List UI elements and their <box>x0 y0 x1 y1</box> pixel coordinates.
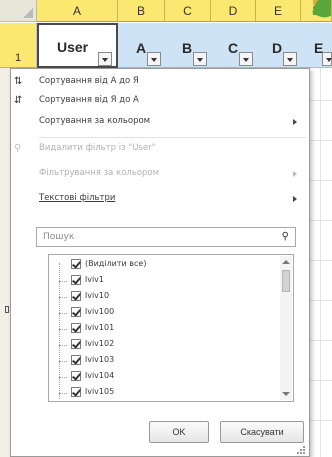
gridline <box>310 300 332 301</box>
submenu-arrow-icon <box>293 119 297 125</box>
list-item-label: lviv104 <box>85 371 115 380</box>
select-all-corner[interactable] <box>0 0 37 22</box>
cancel-button[interactable]: Скасувати <box>220 421 304 443</box>
menu-item-sort-az-label: Сортування від А до Я <box>39 76 139 86</box>
filter-dropdown-c[interactable] <box>239 52 253 66</box>
column-header-f[interactable]: F <box>301 0 332 22</box>
menu-item-text-filters-label: Текстові фільтри <box>39 193 116 203</box>
checkbox-checked[interactable] <box>71 371 81 381</box>
checkbox-checked[interactable] <box>71 387 81 397</box>
column-header-c[interactable]: C <box>165 0 211 22</box>
header-cell-c: C <box>228 40 239 56</box>
gridline <box>310 180 332 181</box>
filter-dropdown-b[interactable] <box>193 52 207 66</box>
column-header-a[interactable]: A <box>37 0 118 22</box>
tree-connector <box>59 313 67 314</box>
column-header-d[interactable]: D <box>211 0 256 22</box>
filter-dropdown-a[interactable] <box>147 52 161 66</box>
gridline <box>310 220 332 221</box>
tree-connector <box>59 329 67 330</box>
gridline <box>310 340 332 341</box>
menu-item-clear-filter: ⚲ Видалити фільтр із "User" <box>11 140 309 158</box>
list-item-label: lviv101 <box>85 323 115 332</box>
checkbox-checked[interactable] <box>71 259 81 269</box>
list-scrollbar[interactable] <box>280 256 292 400</box>
checkbox-checked[interactable] <box>71 355 81 365</box>
gridline <box>310 260 332 261</box>
tree-connector <box>59 377 67 378</box>
gridline <box>310 420 332 421</box>
checkbox-checked[interactable] <box>71 323 81 333</box>
menu-item-filter-by-color-label: Фільтрування за кольором <box>39 168 160 178</box>
tree-connector <box>59 345 67 346</box>
scrollbar-thumb[interactable] <box>282 270 290 292</box>
checkbox-checked[interactable] <box>71 339 81 349</box>
search-field[interactable]: Пошук ⚲ <box>36 227 296 247</box>
tree-connector <box>59 361 67 362</box>
resize-grip-icon[interactable] <box>296 445 306 455</box>
header-cell-d: D <box>272 40 283 56</box>
row-marker-icon <box>5 306 9 313</box>
menu-item-clear-filter-label: Видалити фільтр із "User" <box>39 143 156 153</box>
gridline <box>320 68 321 457</box>
search-icon[interactable]: ⚲ <box>282 231 289 242</box>
menu-separator <box>39 137 305 138</box>
checkbox-checked[interactable] <box>71 307 81 317</box>
filter-dropdown-d[interactable] <box>283 52 297 66</box>
list-item-label: lviv1 <box>85 275 105 284</box>
list-item-label: lviv105 <box>85 387 115 396</box>
gridline <box>310 140 332 141</box>
tree-connector <box>59 281 67 282</box>
scroll-down-icon[interactable] <box>282 392 290 396</box>
menu-item-filter-by-color: Фільтрування за кольором <box>11 165 309 183</box>
tree-connector <box>59 393 67 394</box>
checkbox-checked[interactable] <box>71 275 81 285</box>
search-placeholder: Пошук <box>43 232 75 242</box>
tree-connector <box>59 297 67 298</box>
header-cell-user-text: User <box>57 39 89 55</box>
list-item-label: lviv102 <box>85 339 115 348</box>
gridline <box>310 100 332 101</box>
list-item-label: lviv100 <box>85 307 115 316</box>
sort-ascending-icon: ⇅ <box>14 76 23 87</box>
filter-values-list[interactable]: (Виділити все) lviv1 lviv10 lviv100 lviv… <box>48 254 294 402</box>
header-cell-a: A <box>136 40 147 56</box>
list-item-label: lviv10 <box>85 291 110 300</box>
submenu-arrow-icon <box>293 196 297 202</box>
menu-item-sort-az[interactable]: ⇅ Сортування від А до Я <box>11 73 309 91</box>
menu-item-sort-by-color[interactable]: Сортування за кольором <box>11 113 309 131</box>
menu-item-sort-za-label: Сортування від Я до А <box>39 95 139 105</box>
header-cell-b: B <box>182 40 193 56</box>
filter-dropdown-e[interactable] <box>322 52 332 66</box>
list-item-label: lviv103 <box>85 355 115 364</box>
sort-descending-icon: ⇵ <box>14 95 23 106</box>
gridline <box>310 380 332 381</box>
column-header-e[interactable]: E <box>256 0 301 22</box>
scroll-up-icon[interactable] <box>282 260 290 264</box>
row-header-1[interactable]: 1 <box>0 23 37 68</box>
filter-dropdown-user[interactable] <box>98 52 112 66</box>
tree-connector <box>59 263 60 399</box>
submenu-arrow-icon <box>293 171 297 177</box>
clear-filter-icon: ⚲ <box>14 143 22 154</box>
menu-item-sort-by-color-label: Сортування за кольором <box>39 116 151 126</box>
column-header-b[interactable]: B <box>118 0 165 22</box>
list-item-label: (Виділити все) <box>85 259 147 268</box>
checkbox-checked[interactable] <box>71 291 81 301</box>
ok-button[interactable]: OK <box>149 421 209 443</box>
menu-item-sort-za[interactable]: ⇵ Сортування від Я до А <box>11 92 309 110</box>
menu-item-text-filters[interactable]: Текстові фільтри <box>11 190 309 208</box>
